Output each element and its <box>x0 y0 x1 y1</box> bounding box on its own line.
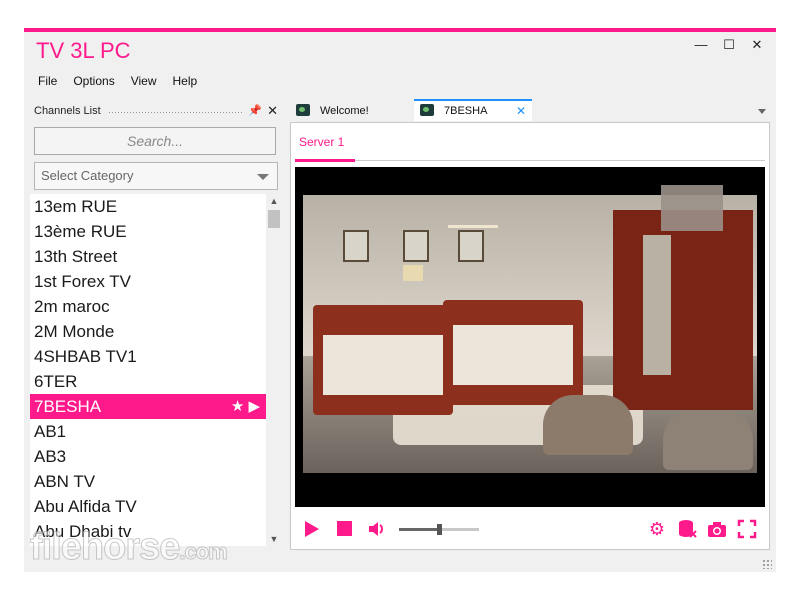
close-button[interactable]: ✕ <box>746 36 768 54</box>
menu-help[interactable]: Help <box>165 72 206 90</box>
favorite-play-icons[interactable]: ★ ▶ <box>231 394 260 419</box>
tab-welcome[interactable]: Welcome! <box>296 101 408 121</box>
video-image <box>303 195 757 473</box>
volume-slider-fill <box>399 528 439 531</box>
video-frame[interactable] <box>295 167 765 507</box>
channel-item[interactable]: AB1 <box>30 419 266 444</box>
tab-label: Welcome! <box>320 105 369 117</box>
tv-icon <box>296 104 310 116</box>
title-bar: TV 3L PC — ☐ ✕ <box>24 32 776 70</box>
menu-file[interactable]: File <box>30 72 65 90</box>
scene-chandelier <box>448 195 498 228</box>
channel-list-scrollbar[interactable]: ▲ ▼ <box>266 194 282 546</box>
close-icon[interactable]: ✕ <box>516 101 526 121</box>
scene-linen <box>323 335 443 395</box>
app-title: TV 3L PC <box>36 38 131 63</box>
channel-item[interactable]: 2m maroc <box>30 294 266 319</box>
channel-item[interactable]: ABN TV <box>30 469 266 494</box>
close-icon[interactable]: ✕ <box>267 103 278 119</box>
channel-item-selected[interactable]: 7BESHA ★ ▶ <box>30 394 266 419</box>
camera-icon[interactable] <box>707 519 727 539</box>
channel-item-label: 7BESHA <box>34 397 102 416</box>
tab-list-dropdown-icon[interactable] <box>758 109 766 114</box>
category-select[interactable]: Select Category <box>34 162 278 190</box>
volume-slider-knob[interactable] <box>437 524 442 535</box>
channel-item[interactable]: 4SHBAB TV1 <box>30 344 266 369</box>
player-controls: ⚙ <box>295 511 765 547</box>
channels-panel-header: Channels List 📌 ✕ <box>30 102 282 122</box>
channel-item[interactable]: AB3 <box>30 444 266 469</box>
channel-item[interactable]: 1st Forex TV <box>30 269 266 294</box>
fullscreen-icon[interactable] <box>737 519 757 539</box>
channel-item[interactable]: 2M Monde <box>30 319 266 344</box>
scene-frame <box>343 230 369 262</box>
tv-icon <box>420 104 434 116</box>
gear-icon[interactable]: ⚙ <box>647 519 667 539</box>
scene-mirror <box>643 235 671 375</box>
resize-grip[interactable] <box>762 559 772 569</box>
tab-7besha[interactable]: 7BESHA ✕ <box>414 99 532 121</box>
scene-frame <box>458 230 484 262</box>
channel-list: 13em RUE 13ème RUE 13th Street 1st Forex… <box>30 194 266 546</box>
channel-item[interactable]: 13em RUE <box>30 194 266 219</box>
server-tab-indicator <box>295 159 355 162</box>
scene-lamp <box>403 265 423 281</box>
scroll-down-icon[interactable]: ▼ <box>266 532 282 546</box>
tab-server-1[interactable]: Server 1 <box>299 135 344 149</box>
channels-panel: Channels List 📌 ✕ Search... Select Categ… <box>30 102 282 550</box>
search-input[interactable]: Search... <box>34 127 276 155</box>
channels-panel-title: Channels List <box>34 105 105 117</box>
window-controls: — ☐ ✕ <box>690 36 768 54</box>
scene-linen <box>453 325 573 385</box>
category-select-label: Select Category <box>41 168 134 183</box>
player-pane: Server 1 ⚙ <box>290 122 770 550</box>
channel-item[interactable]: 13ème RUE <box>30 219 266 244</box>
menu-options[interactable]: Options <box>65 72 122 90</box>
channel-item[interactable]: 6TER <box>30 369 266 394</box>
scene-wardrobe <box>613 210 753 410</box>
site-watermark: filehorse.com <box>29 526 228 569</box>
scene-frame <box>403 230 429 262</box>
minimize-button[interactable]: — <box>690 36 712 54</box>
chevron-down-icon <box>257 174 269 180</box>
player-tools: ⚙ <box>647 519 757 539</box>
stop-icon[interactable] <box>337 521 352 536</box>
scene-chair <box>543 395 633 455</box>
channel-logo-overlay <box>661 185 723 231</box>
channel-item[interactable]: Abu Alfida TV <box>30 494 266 519</box>
scroll-up-icon[interactable]: ▲ <box>266 194 282 208</box>
maximize-button[interactable]: ☐ <box>718 36 740 54</box>
menu-view[interactable]: View <box>123 72 165 90</box>
panel-grip[interactable] <box>108 111 244 114</box>
divider <box>355 160 765 161</box>
tab-label: 7BESHA <box>444 105 488 117</box>
app-window: TV 3L PC — ☐ ✕ File Options View Help Ch… <box>24 28 776 572</box>
database-icon[interactable] <box>677 519 697 539</box>
channel-item[interactable]: 13th Street <box>30 244 266 269</box>
tab-strip: Welcome! 7BESHA ✕ <box>290 99 770 121</box>
scroll-thumb[interactable] <box>268 210 280 228</box>
volume-slider[interactable] <box>399 524 479 535</box>
pin-icon[interactable]: 📌 <box>248 104 262 117</box>
volume-icon[interactable] <box>367 520 385 538</box>
scene-chair <box>663 410 753 470</box>
play-icon[interactable] <box>305 521 319 537</box>
watermark-brand: filehorse <box>29 526 180 569</box>
menu-bar: File Options View Help <box>30 72 205 90</box>
watermark-tld: .com <box>179 539 228 565</box>
